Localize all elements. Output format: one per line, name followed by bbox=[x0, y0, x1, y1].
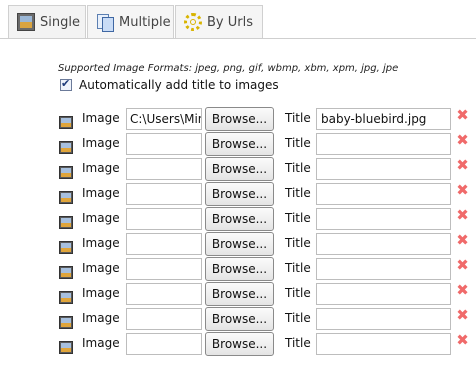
browse-button[interactable]: Browse... bbox=[205, 232, 274, 256]
browse-button[interactable]: Browse... bbox=[205, 282, 274, 306]
remove-icon[interactable]: ✖ bbox=[456, 183, 469, 198]
title-label: Title bbox=[285, 311, 311, 325]
file-path-input[interactable]: C:\Users\Min bbox=[126, 108, 202, 130]
tab-bar: Single Multiple By Urls bbox=[0, 0, 476, 40]
tab-multiple[interactable]: Multiple bbox=[87, 5, 174, 38]
title-label: Title bbox=[285, 261, 311, 275]
image-icon bbox=[59, 266, 73, 279]
title-input[interactable] bbox=[316, 333, 451, 355]
title-input[interactable] bbox=[316, 283, 451, 305]
title-label: Title bbox=[285, 161, 311, 175]
title-input[interactable] bbox=[316, 158, 451, 180]
file-path-input[interactable] bbox=[126, 308, 202, 330]
browse-button[interactable]: Browse... bbox=[205, 332, 274, 356]
auto-title-checkbox[interactable] bbox=[60, 77, 72, 91]
image-icon bbox=[59, 241, 73, 254]
tab-single-label: Single bbox=[40, 14, 80, 30]
browse-button[interactable]: Browse... bbox=[205, 157, 274, 181]
title-label: Title bbox=[285, 136, 311, 150]
image-label: Image bbox=[82, 336, 120, 350]
remove-icon[interactable]: ✖ bbox=[456, 208, 469, 223]
file-path-input[interactable] bbox=[126, 283, 202, 305]
upload-row: Image Browse... Title ✖ bbox=[0, 182, 476, 208]
remove-icon[interactable]: ✖ bbox=[456, 133, 469, 148]
file-path-input[interactable] bbox=[126, 133, 202, 155]
tab-by-urls-label: By Urls bbox=[207, 14, 253, 30]
file-path-input[interactable] bbox=[126, 258, 202, 280]
image-icon bbox=[17, 13, 35, 31]
image-icon bbox=[59, 166, 73, 179]
image-label: Image bbox=[82, 136, 120, 150]
file-path-input[interactable] bbox=[126, 183, 202, 205]
upload-row: Image Browse... Title ✖ bbox=[0, 282, 476, 308]
title-input[interactable]: baby-bluebird.jpg bbox=[316, 108, 451, 130]
file-path-input[interactable] bbox=[126, 333, 202, 355]
remove-icon[interactable]: ✖ bbox=[456, 283, 469, 298]
image-icon bbox=[59, 141, 73, 154]
image-icon bbox=[59, 291, 73, 304]
title-label: Title bbox=[285, 111, 311, 125]
image-icon bbox=[59, 116, 73, 129]
title-label: Title bbox=[285, 286, 311, 300]
browse-button[interactable]: Browse... bbox=[205, 107, 274, 131]
image-label: Image bbox=[82, 311, 120, 325]
upload-row: Image Browse... Title ✖ bbox=[0, 332, 476, 358]
browse-button[interactable]: Browse... bbox=[205, 207, 274, 231]
title-label: Title bbox=[285, 236, 311, 250]
remove-icon[interactable]: ✖ bbox=[456, 233, 469, 248]
title-input[interactable] bbox=[316, 208, 451, 230]
tab-multiple-label: Multiple bbox=[119, 14, 171, 30]
browse-button[interactable]: Browse... bbox=[205, 182, 274, 206]
title-input[interactable] bbox=[316, 308, 451, 330]
image-icon bbox=[59, 191, 73, 204]
title-label: Title bbox=[285, 336, 311, 350]
image-label: Image bbox=[82, 161, 120, 175]
image-label: Image bbox=[82, 111, 120, 125]
title-label: Title bbox=[285, 186, 311, 200]
auto-title-option[interactable]: Automatically add title to images bbox=[60, 77, 279, 92]
title-input[interactable] bbox=[316, 133, 451, 155]
image-icon bbox=[59, 216, 73, 229]
remove-icon[interactable]: ✖ bbox=[456, 108, 469, 123]
gear-icon bbox=[184, 13, 202, 31]
image-label: Image bbox=[82, 261, 120, 275]
browse-button[interactable]: Browse... bbox=[205, 307, 274, 331]
title-input[interactable] bbox=[316, 258, 451, 280]
remove-icon[interactable]: ✖ bbox=[456, 158, 469, 173]
upload-row: Image Browse... Title ✖ bbox=[0, 207, 476, 233]
title-input[interactable] bbox=[316, 233, 451, 255]
image-label: Image bbox=[82, 286, 120, 300]
auto-title-label: Automatically add title to images bbox=[79, 78, 279, 92]
title-input[interactable] bbox=[316, 183, 451, 205]
remove-icon[interactable]: ✖ bbox=[456, 333, 469, 348]
multiple-documents-icon bbox=[96, 13, 114, 32]
image-icon bbox=[59, 316, 73, 329]
image-label: Image bbox=[82, 186, 120, 200]
image-label: Image bbox=[82, 211, 120, 225]
remove-icon[interactable]: ✖ bbox=[456, 308, 469, 323]
upload-row: Image Browse... Title ✖ bbox=[0, 307, 476, 333]
file-path-input[interactable] bbox=[126, 158, 202, 180]
upload-row: Image Browse... Title ✖ bbox=[0, 232, 476, 258]
supported-formats-text: Supported Image Formats: jpeg, png, gif,… bbox=[58, 63, 399, 74]
upload-row: Image Browse... Title ✖ bbox=[0, 157, 476, 183]
file-path-input[interactable] bbox=[126, 208, 202, 230]
upload-row: Image Browse... Title ✖ bbox=[0, 257, 476, 283]
file-path-input[interactable] bbox=[126, 233, 202, 255]
upload-row: Image Browse... Title ✖ bbox=[0, 132, 476, 158]
title-label: Title bbox=[285, 211, 311, 225]
tab-by-urls[interactable]: By Urls bbox=[175, 5, 263, 38]
browse-button[interactable]: Browse... bbox=[205, 132, 274, 156]
remove-icon[interactable]: ✖ bbox=[456, 258, 469, 273]
browse-button[interactable]: Browse... bbox=[205, 257, 274, 281]
tab-divider bbox=[0, 38, 476, 39]
upload-row: Image C:\Users\Min Browse... Title baby-blue… bbox=[0, 107, 476, 133]
tab-single[interactable]: Single bbox=[8, 5, 86, 38]
image-label: Image bbox=[82, 236, 120, 250]
image-icon bbox=[59, 341, 73, 354]
